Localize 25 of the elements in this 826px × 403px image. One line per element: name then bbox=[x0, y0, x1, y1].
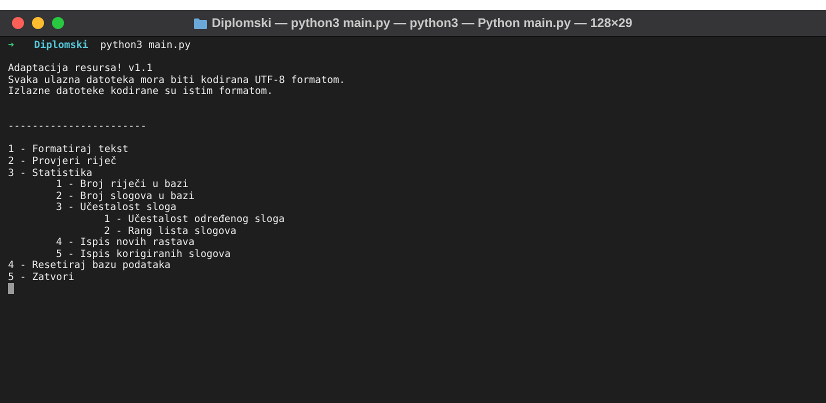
menu-option: 2 - Provjeri riječ bbox=[8, 156, 818, 168]
menu-option: 1 - Broj riječi u bazi bbox=[56, 179, 818, 191]
window-title: Diplomski — python3 main.py — python3 — Python main.py — 128×29 bbox=[212, 16, 632, 30]
menu-option: 1 - Učestalost određenog sloga bbox=[104, 214, 818, 226]
menu-option: 1 - Formatiraj tekst bbox=[8, 144, 818, 156]
prompt-arrow: ➜ bbox=[8, 40, 14, 52]
command-text: python3 main.py bbox=[100, 40, 191, 52]
folder-icon bbox=[194, 18, 207, 28]
menu-option: 3 - Učestalost sloga bbox=[56, 202, 818, 214]
zoom-button[interactable] bbox=[52, 17, 64, 29]
output-line: Adaptacija resursa! v1.1 bbox=[8, 63, 154, 75]
menu-option: 5 - Ispis korigiranih slogova bbox=[56, 248, 818, 260]
menu-option: 2 - Rang lista slogova bbox=[104, 226, 818, 238]
output-line: Svaka ulazna datoteka mora biti kodirana UTF-8 formatom. bbox=[8, 74, 346, 86]
menu-option: 2 - Broj slogova u bazi bbox=[56, 190, 818, 202]
menu-option: 4 - Ispis novih rastava bbox=[56, 237, 818, 249]
menu-option: 3 - Statistika bbox=[8, 168, 818, 180]
output-line: ----------------------- bbox=[8, 121, 148, 133]
output-line: Izlazne datoteke kodirane su istim formatom. bbox=[8, 86, 274, 98]
text-cursor bbox=[8, 283, 14, 294]
close-button[interactable] bbox=[12, 17, 24, 29]
menu-option: 5 - Zatvori bbox=[8, 272, 818, 284]
minimize-button[interactable] bbox=[32, 17, 44, 29]
menu-option: 4 - Resetiraj bazu podataka bbox=[8, 260, 818, 272]
prompt-directory: Diplomski bbox=[34, 40, 88, 52]
